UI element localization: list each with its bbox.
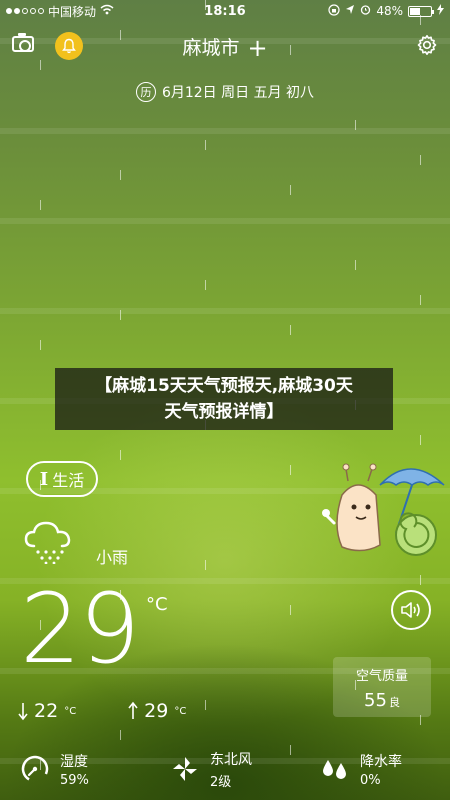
- air-quality-card[interactable]: 空气质量 55 良: [333, 657, 431, 717]
- top-bar: 麻城市 +: [0, 30, 450, 64]
- windmill-icon: [173, 757, 197, 781]
- carrier-label: 中国移动: [48, 4, 97, 19]
- snail-mascot-icon[interactable]: [318, 455, 448, 565]
- temperature-range: 22 °C 29 °C: [18, 700, 186, 722]
- banner-line-2: 天气预报详情】: [164, 402, 284, 422]
- rain-streak: [420, 0, 421, 755]
- aqi-title: 空气质量: [355, 669, 408, 684]
- charging-icon: [437, 4, 444, 18]
- location-icon: [345, 4, 355, 18]
- banner-line-1: 【麻城15天天气预报天,麻城30天: [95, 376, 353, 396]
- precipitation-label: 降水率: [360, 753, 402, 770]
- high-temperature: 29: [144, 700, 169, 722]
- aqi-value: 55: [364, 690, 387, 711]
- calendar-badge-icon: 历: [135, 82, 156, 102]
- wifi-icon: [100, 4, 114, 18]
- stat-wind[interactable]: 东北风 2级: [150, 746, 300, 792]
- alarm-icon: [360, 4, 371, 18]
- life-label: 生活: [52, 471, 85, 490]
- life-icon: I: [39, 468, 49, 490]
- low-temperature: 22: [34, 700, 59, 722]
- weather-stats-bar: 湿度 59% 东北风 2级 降水率 0%: [0, 746, 450, 792]
- battery-percent: 48%: [376, 4, 403, 18]
- temperature-unit: °C: [146, 594, 168, 615]
- stat-humidity[interactable]: 湿度 59%: [0, 746, 150, 792]
- aqi-level: 良: [388, 696, 400, 709]
- date-row[interactable]: 历 6月12日 周日 五月 初八: [0, 82, 450, 102]
- current-temperature: 29: [20, 573, 140, 685]
- rain-streak: [355, 0, 356, 720]
- precipitation-value: 0%: [360, 772, 381, 788]
- signal-icon: [6, 8, 44, 14]
- low-temperature-unit: °C: [64, 705, 77, 717]
- raindrops-icon: [323, 760, 346, 779]
- wind-label: 东北风: [210, 751, 252, 768]
- stat-precipitation[interactable]: 降水率 0%: [300, 746, 450, 792]
- gear-icon[interactable]: [416, 34, 438, 56]
- life-button[interactable]: I 生活: [26, 461, 98, 497]
- speaker-icon: [401, 602, 420, 618]
- city-name[interactable]: 麻城市: [182, 37, 239, 59]
- high-temperature-unit: °C: [174, 705, 187, 717]
- add-city-button[interactable]: +: [247, 34, 267, 62]
- city-selector[interactable]: 麻城市 +: [0, 33, 450, 62]
- humidity-label: 湿度: [60, 753, 88, 770]
- rotation-lock-icon: [328, 3, 340, 19]
- humidity-value: 59%: [60, 772, 89, 788]
- battery-icon: [408, 5, 434, 17]
- date-text: 6月12日 周日 五月 初八: [161, 85, 315, 101]
- article-title-banner: 【麻城15天天气预报天,麻城30天 天气预报详情】: [55, 368, 393, 430]
- status-bar: 中国移动 18:16 48%: [0, 0, 450, 22]
- arrow-down-icon: [18, 703, 28, 721]
- arrow-up-icon: [128, 701, 138, 719]
- voice-broadcast-button[interactable]: [391, 590, 431, 630]
- wind-value: 2级: [210, 774, 232, 790]
- humidity-gauge-icon: [21, 755, 49, 783]
- rain-cloud-icon: [24, 521, 71, 564]
- weather-condition: 小雨: [96, 548, 129, 567]
